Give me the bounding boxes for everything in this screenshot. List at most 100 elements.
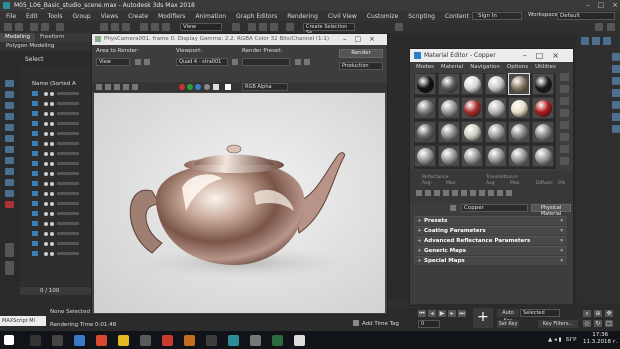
- render-icon[interactable]: [607, 23, 615, 31]
- menu-scripting[interactable]: Scripting: [408, 13, 435, 20]
- material-slot[interactable]: [508, 145, 530, 167]
- material-editor-controls[interactable]: –□×: [523, 49, 568, 62]
- viewport-dropdown[interactable]: Quad 4 - stra001: [176, 58, 228, 66]
- menu-edit[interactable]: Edit: [26, 13, 38, 20]
- menu-modes[interactable]: Modes: [416, 64, 434, 70]
- material-slot[interactable]: [437, 145, 460, 167]
- redo-icon[interactable]: [15, 23, 23, 31]
- menu-tools[interactable]: Tools: [48, 13, 63, 20]
- display-xrefs-icon[interactable]: [5, 168, 14, 175]
- menu-navigation[interactable]: Navigation: [470, 64, 500, 70]
- material-slot[interactable]: [461, 121, 483, 143]
- menu-civil-view[interactable]: Civil View: [328, 13, 357, 20]
- pivot-icon[interactable]: [232, 23, 240, 31]
- display-shapes-icon[interactable]: [5, 102, 14, 109]
- next-frame-icon[interactable]: ▸: [448, 310, 456, 317]
- link-icon[interactable]: [30, 23, 38, 31]
- tray-icons[interactable]: ▲ ◂ ▮: [548, 337, 562, 343]
- maxscript-listener[interactable]: MAXScript Mi: [0, 316, 46, 326]
- background-icon[interactable]: [560, 97, 569, 105]
- edit-named-selection-icon[interactable]: [286, 23, 294, 31]
- move-icon[interactable]: [140, 23, 148, 31]
- material-slot[interactable]: [484, 145, 507, 167]
- rollout-coating-parameters[interactable]: Coating Parameters ▾: [414, 226, 567, 236]
- menu-options[interactable]: Options: [507, 64, 528, 70]
- tab-freeform[interactable]: Freeform: [35, 33, 70, 42]
- orbit-icon[interactable]: ↻: [594, 320, 602, 327]
- render-button[interactable]: Render: [339, 49, 383, 58]
- illustrator-icon[interactable]: [184, 335, 195, 346]
- assign-to-selection-icon[interactable]: [434, 190, 440, 196]
- render-icon[interactable]: [50, 192, 54, 196]
- material-slot[interactable]: [531, 73, 554, 95]
- rollout-presets[interactable]: Presets ▾: [414, 216, 567, 226]
- list-item[interactable]: [24, 251, 86, 257]
- render-mode-dropdown[interactable]: Production: [339, 62, 383, 70]
- windows-start-icon[interactable]: [4, 335, 14, 345]
- visibility-icon[interactable]: [44, 162, 48, 166]
- cameras-icon[interactable]: [612, 89, 620, 97]
- material-slot[interactable]: [414, 97, 436, 119]
- visibility-icon[interactable]: [44, 202, 48, 206]
- key-mode-dropdown[interactable]: Selected: [520, 309, 560, 317]
- reference-coordinate-dropdown[interactable]: View: [180, 23, 222, 31]
- material-name-field[interactable]: Copper: [461, 204, 528, 212]
- monochrome-icon[interactable]: [213, 84, 219, 90]
- media-icon[interactable]: [250, 335, 261, 346]
- visibility-icon[interactable]: [44, 242, 48, 246]
- material-id-icon[interactable]: [470, 190, 476, 196]
- render-window-controls[interactable]: –□×: [343, 34, 383, 45]
- print-image-icon[interactable]: [123, 84, 129, 90]
- list-item[interactable]: [24, 141, 86, 147]
- visibility-icon[interactable]: [44, 172, 48, 176]
- menu-animation[interactable]: Animation: [195, 13, 226, 20]
- list-item[interactable]: [24, 91, 86, 97]
- menu-rendering[interactable]: Rendering: [287, 13, 318, 20]
- geometry-icon[interactable]: [612, 53, 620, 61]
- render-icon[interactable]: [50, 142, 54, 146]
- visibility-icon[interactable]: [44, 222, 48, 226]
- environment-icon[interactable]: [304, 59, 310, 65]
- go-forward-icon[interactable]: [506, 190, 512, 196]
- render-icon[interactable]: [50, 132, 54, 136]
- render-icon[interactable]: [50, 222, 54, 226]
- menu-file[interactable]: File: [6, 13, 16, 20]
- display-channel-dropdown[interactable]: RGB Alpha: [242, 83, 288, 91]
- render-preset-dropdown[interactable]: [242, 58, 290, 66]
- material-slot[interactable]: [437, 121, 460, 143]
- display-groups-icon[interactable]: [5, 157, 14, 164]
- shapes-icon[interactable]: [612, 65, 620, 73]
- pan-icon[interactable]: ✥: [605, 310, 613, 317]
- list-item[interactable]: [24, 221, 86, 227]
- material-editor-icon[interactable]: [395, 23, 403, 31]
- pick-material-icon[interactable]: [450, 205, 456, 211]
- display-cameras-icon[interactable]: [5, 124, 14, 131]
- unlink-icon[interactable]: [41, 23, 49, 31]
- area-to-render-dropdown[interactable]: View: [96, 58, 130, 66]
- 3ds-max-icon[interactable]: [228, 335, 239, 346]
- language-indicator[interactable]: БГР: [566, 337, 576, 343]
- display-none-icon[interactable]: [5, 80, 14, 87]
- clone-frame-icon[interactable]: [114, 84, 120, 90]
- set-key-button[interactable]: Set Key: [497, 320, 519, 328]
- material-slot[interactable]: [484, 97, 507, 119]
- save-image-icon[interactable]: [96, 84, 102, 90]
- background-color-swatch[interactable]: [225, 84, 231, 90]
- get-material-icon[interactable]: [416, 190, 422, 196]
- material-slot[interactable]: [414, 145, 436, 167]
- maximize-icon[interactable]: □: [598, 1, 605, 9]
- backlight-icon[interactable]: [560, 85, 569, 93]
- visibility-icon[interactable]: [44, 192, 48, 196]
- zoom-icon[interactable]: ⌕: [583, 310, 591, 317]
- store-icon[interactable]: [140, 335, 151, 346]
- sign-in-button[interactable]: Sign In: [472, 12, 522, 20]
- go-to-parent-icon[interactable]: [497, 190, 503, 196]
- render-icon[interactable]: [50, 252, 54, 256]
- zoom-all-icon[interactable]: ⊕: [594, 310, 602, 317]
- list-item[interactable]: [24, 161, 86, 167]
- list-item[interactable]: [24, 171, 86, 177]
- list-item[interactable]: [24, 131, 86, 137]
- material-slot[interactable]: [437, 73, 460, 95]
- notepad-icon[interactable]: [294, 335, 305, 346]
- sample-type-icon[interactable]: [560, 73, 569, 81]
